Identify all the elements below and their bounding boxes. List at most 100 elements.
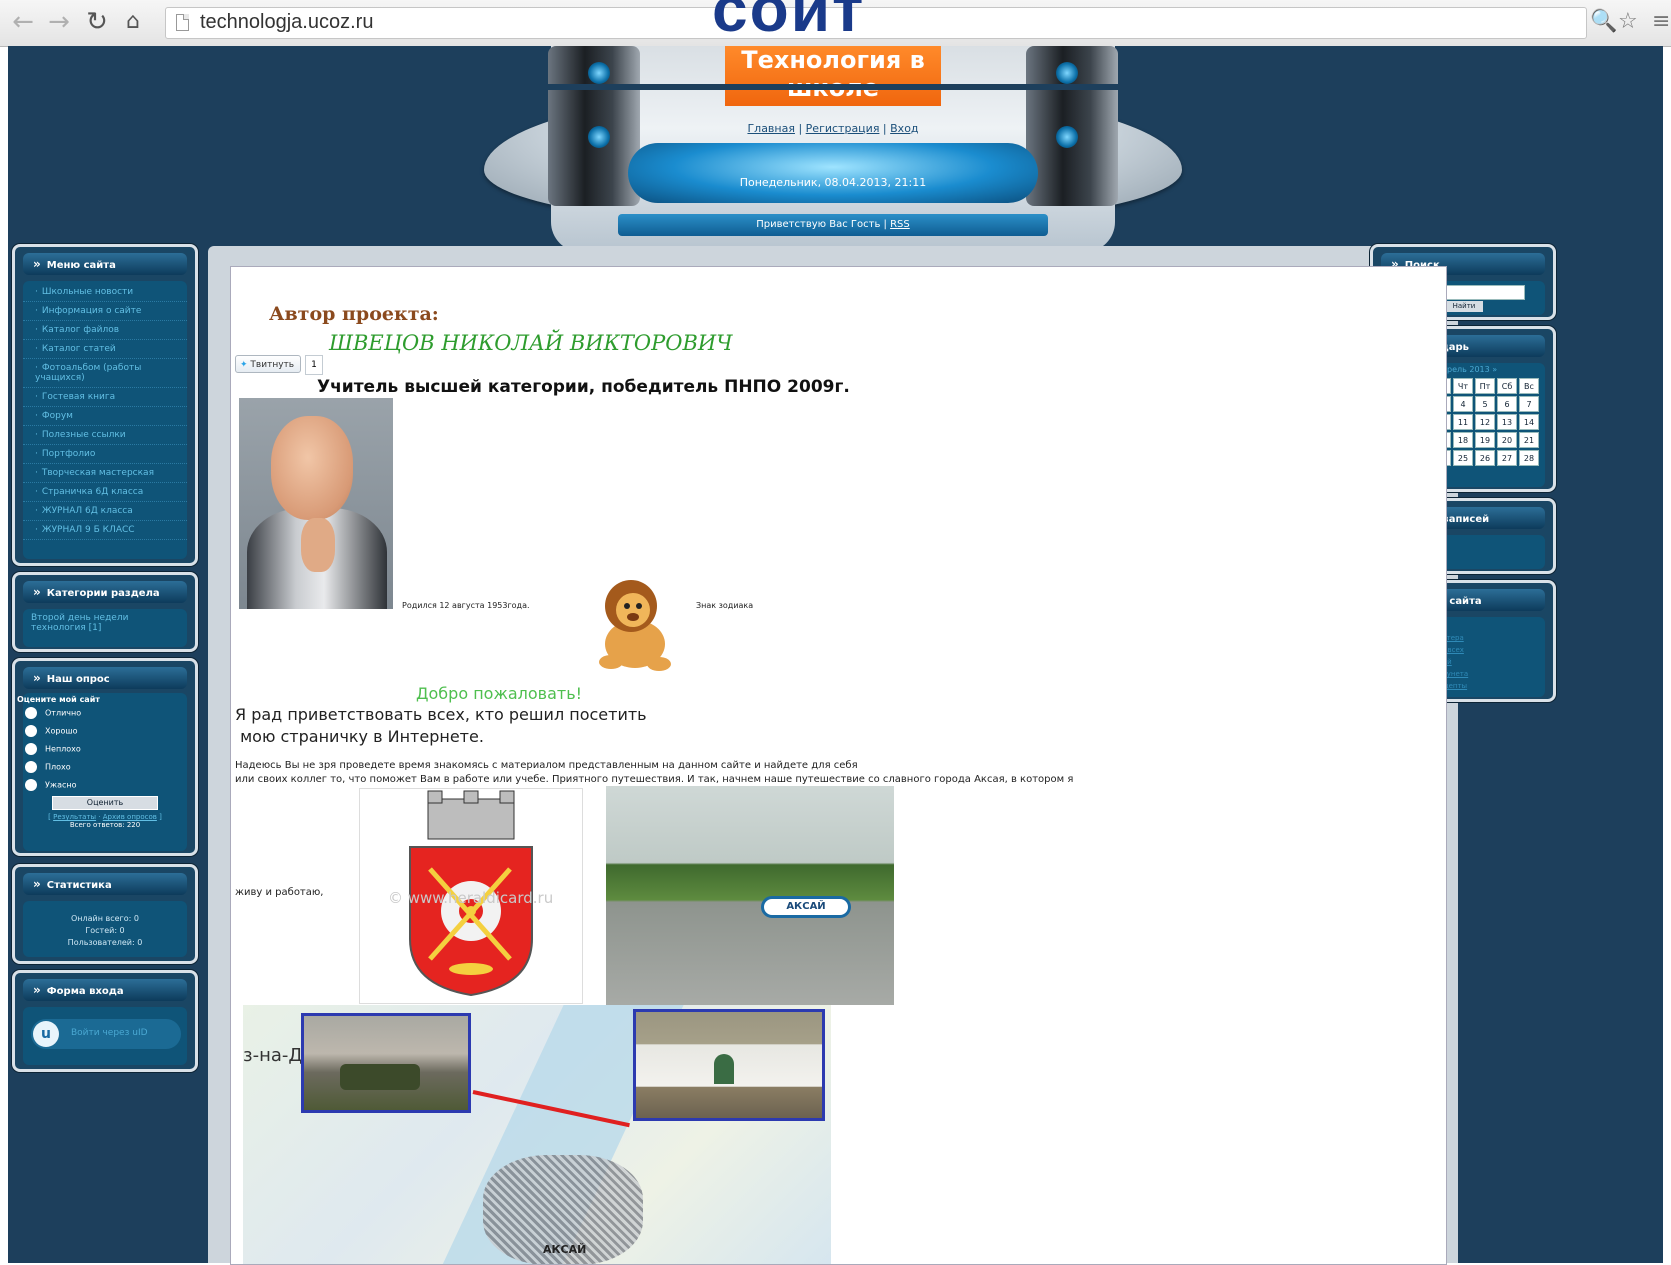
menu-item[interactable]: Портфолио xyxy=(23,445,187,464)
zodiac-label: Знак зодиака xyxy=(696,601,754,610)
poll-results-link[interactable]: Результаты xyxy=(53,813,96,821)
menu-item[interactable]: Полезные ссылки xyxy=(23,426,187,445)
poll-option[interactable]: Ужасно xyxy=(23,776,187,794)
login-block-header: » Форма входа xyxy=(23,979,187,1001)
double-chevron-icon: » xyxy=(33,983,41,997)
calendar-day[interactable]: 12 xyxy=(1475,414,1495,430)
radio-icon[interactable] xyxy=(25,707,37,719)
road-sign: АКСАЙ xyxy=(761,896,851,918)
category-item[interactable]: Второй день недели технология [1] xyxy=(31,613,179,633)
poll-block: » Наш опрос Оцените мой сайт Отлично Хоро… xyxy=(12,658,198,856)
intro-paragraph: Надеюсь Вы не зря проведете время знаком… xyxy=(235,760,1074,785)
home-icon[interactable]: ⌂ xyxy=(118,7,148,37)
aksay-road-sign-photo: АКСАЙ xyxy=(606,786,894,1005)
radio-icon[interactable] xyxy=(25,761,37,773)
menu-item[interactable]: Творческая мастерская xyxy=(23,464,187,483)
url-text[interactable]: technologja.ucoz.ru xyxy=(200,11,373,34)
header-date: Понедельник, 08.04.2013, 21:11 xyxy=(739,176,927,189)
calendar-day[interactable]: 14 xyxy=(1519,414,1539,430)
back-icon[interactable]: ← xyxy=(8,7,38,37)
menu-icon[interactable]: ≡ xyxy=(1652,9,1670,34)
calendar-day[interactable]: 4 xyxy=(1453,396,1473,412)
poll-option[interactable]: Неплохо xyxy=(23,740,187,758)
menu-item[interactable]: Информация о сайте xyxy=(23,302,187,321)
site-title: Технология в школе xyxy=(725,46,941,106)
stats-body: Онлайн всего: 0 Гостей: 0 Пользователей:… xyxy=(23,901,187,957)
link-register[interactable]: Регистрация xyxy=(806,122,880,135)
menu-item[interactable]: Гостевая книга xyxy=(23,388,187,407)
calendar-day[interactable]: 21 xyxy=(1519,432,1539,448)
coat-watermark: © www.heraldicard.ru xyxy=(388,889,554,907)
forward-icon[interactable]: → xyxy=(44,7,74,37)
calendar-day[interactable]: 19 xyxy=(1475,432,1495,448)
calendar-day[interactable]: 6 xyxy=(1497,396,1517,412)
tweet-count: 1 xyxy=(305,355,323,375)
search-button[interactable]: Найти xyxy=(1445,301,1483,312)
menu-item[interactable]: Каталог статей xyxy=(23,340,187,359)
radio-icon[interactable] xyxy=(25,779,37,791)
calendar-day-header: Вс xyxy=(1519,378,1539,394)
star-icon[interactable]: ☆ xyxy=(1618,9,1638,34)
browser-toolbar: ← → ↻ ⌂ technologja.ucoz.ru 🔍 ☆ ≡ сойт xyxy=(0,0,1671,47)
poll-option[interactable]: Отлично xyxy=(23,704,187,722)
house-photo xyxy=(633,1009,825,1121)
calendar-day[interactable]: 27 xyxy=(1497,450,1517,466)
map-label-rostov: з-на-Д xyxy=(243,1045,303,1066)
calendar-day[interactable]: 7 xyxy=(1519,396,1539,412)
calendar-day[interactable]: 11 xyxy=(1453,414,1473,430)
menu-list: Школьные новости Информация о сайте Ката… xyxy=(23,281,187,559)
calendar-day[interactable]: 26 xyxy=(1475,450,1495,466)
calendar-day-header: Сб xyxy=(1497,378,1517,394)
stats-block-header: » Статистика xyxy=(23,873,187,895)
header-links: Главная | Регистрация | Вход xyxy=(747,122,919,135)
menu-item[interactable]: ЖУРНАЛ 6Д класса xyxy=(23,502,187,521)
calendar-day xyxy=(1453,468,1473,484)
header-screen xyxy=(628,143,1038,203)
calendar-day[interactable]: 20 xyxy=(1497,432,1517,448)
author-label: Автор проекта: xyxy=(269,303,439,325)
menu-item[interactable]: Фотоальбом (работы учащихся) xyxy=(23,359,187,388)
menu-block-title: Меню сайта xyxy=(46,260,116,271)
double-chevron-icon: » xyxy=(33,585,41,599)
birth-date: Родился 12 августа 1953года. xyxy=(402,601,530,610)
menu-item[interactable]: Страничка 6Д класса xyxy=(23,483,187,502)
radio-icon[interactable] xyxy=(25,743,37,755)
link-login[interactable]: Вход xyxy=(890,122,918,135)
uid-login-button[interactable]: u Войти через uID xyxy=(31,1019,181,1049)
double-chevron-icon: » xyxy=(33,257,41,271)
poll-question: Оцените мой сайт xyxy=(17,695,100,704)
menu-item[interactable]: Школьные новости xyxy=(23,283,187,302)
calendar-day[interactable]: 18 xyxy=(1453,432,1473,448)
menu-item[interactable]: ЖУРНАЛ 9 Б КЛАСС xyxy=(23,521,187,540)
page-icon xyxy=(176,14,189,31)
author-photo xyxy=(239,398,393,609)
vote-button[interactable]: Оценить xyxy=(52,796,158,810)
rss-link[interactable]: RSS xyxy=(890,219,910,230)
tank-photo xyxy=(301,1013,471,1113)
uid-icon: u xyxy=(33,1021,59,1047)
calendar-day[interactable]: 5 xyxy=(1475,396,1495,412)
site-title-line1: Технология в xyxy=(741,46,925,74)
overlay-title: сойт xyxy=(712,0,866,45)
poll-option[interactable]: Плохо xyxy=(23,758,187,776)
zoom-icon[interactable]: 🔍 xyxy=(1590,9,1617,34)
calendar-day xyxy=(1519,468,1539,484)
link-home[interactable]: Главная xyxy=(747,122,795,135)
stats-guests: Гостей: 0 xyxy=(85,926,125,935)
poll-option[interactable]: Хорошо xyxy=(23,722,187,740)
header-overlay-bar xyxy=(478,84,1188,90)
aksay-map-image: з-на-Д АКСАЙ xyxy=(243,1005,831,1264)
address-bar[interactable]: technologja.ucoz.ru xyxy=(165,7,1587,39)
stats-users: Пользователей: 0 xyxy=(67,938,143,947)
calendar-day[interactable]: 28 xyxy=(1519,450,1539,466)
calendar-day[interactable]: 25 xyxy=(1453,450,1473,466)
menu-item[interactable]: Форум xyxy=(23,407,187,426)
radio-icon[interactable] xyxy=(25,725,37,737)
tweet-button[interactable]: ✦ Твитнуть xyxy=(235,355,301,373)
reload-icon[interactable]: ↻ xyxy=(82,7,112,37)
poll-archive-link[interactable]: Архив опросов xyxy=(103,813,157,821)
menu-block: » Меню сайта Школьные новости Информация … xyxy=(12,244,198,566)
stats-block: » Статистика Онлайн всего: 0 Гостей: 0 По… xyxy=(12,864,198,964)
calendar-day[interactable]: 13 xyxy=(1497,414,1517,430)
menu-item[interactable]: Каталог файлов xyxy=(23,321,187,340)
